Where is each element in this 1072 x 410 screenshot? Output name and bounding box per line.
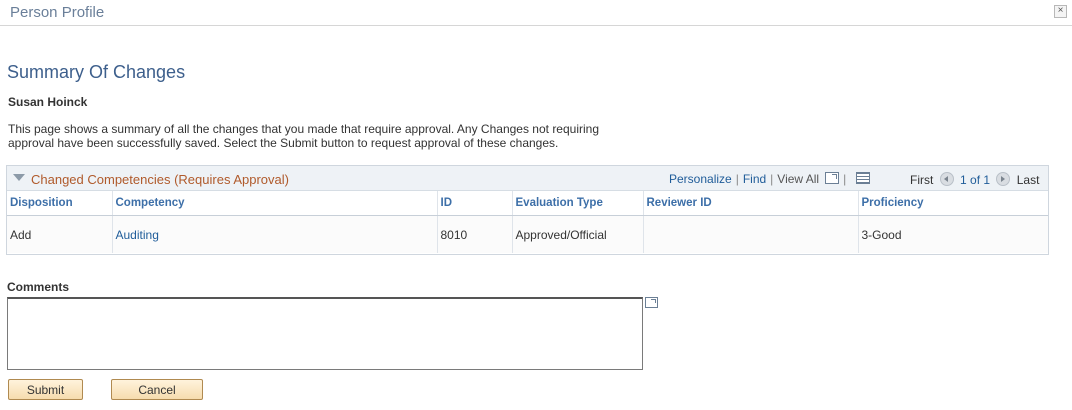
grid-pager: First 1 of 1 Last [910, 172, 1039, 187]
view-all-link[interactable]: View All [777, 172, 819, 186]
column-header-reviewer-id[interactable]: Reviewer ID [643, 191, 859, 216]
close-icon[interactable]: × [1054, 5, 1067, 18]
grid-title: Changed Competencies (Requires Approval) [31, 172, 289, 187]
first-label[interactable]: First [910, 173, 933, 187]
cell-competency: Auditing [112, 215, 438, 253]
cell-id: 8010 [437, 215, 513, 253]
column-header-proficiency[interactable]: Proficiency [858, 191, 1048, 216]
changed-competencies-grid: Changed Competencies (Requires Approval)… [6, 165, 1049, 255]
page-title: Summary Of Changes [7, 62, 186, 82]
grid-header: Changed Competencies (Requires Approval)… [7, 166, 1048, 191]
cancel-button[interactable]: Cancel [111, 379, 203, 400]
competency-link[interactable]: Auditing [116, 228, 159, 242]
comments-label: Comments [7, 280, 70, 294]
title-bar: Person Profile × [0, 0, 1072, 26]
column-header-competency[interactable]: Competency [112, 191, 438, 216]
instructions-text: This page shows a summary of all the cha… [8, 122, 600, 150]
row-range: 1 of 1 [960, 173, 991, 187]
competencies-table: Disposition Competency ID Evaluation Typ… [7, 191, 1048, 253]
column-header-disposition[interactable]: Disposition [7, 191, 113, 216]
person-profile-page: Person Profile × Summary Of Changes Susa… [0, 0, 1072, 410]
cell-evaluation-type: Approved/Official [512, 215, 644, 253]
personalize-link[interactable]: Personalize [669, 172, 732, 186]
column-header-evaluation-type[interactable]: Evaluation Type [512, 191, 644, 216]
previous-row-icon[interactable] [939, 172, 954, 186]
person-name: Susan Hoinck [8, 95, 88, 109]
collapse-triangle-icon[interactable] [13, 174, 25, 181]
comments-textarea[interactable] [7, 297, 643, 370]
table-header-row: Disposition Competency ID Evaluation Typ… [7, 191, 1048, 216]
expand-textarea-icon[interactable] [645, 297, 658, 308]
nav-separator: | [770, 172, 774, 186]
nav-separator: | [735, 172, 739, 186]
submit-button[interactable]: Submit [8, 379, 83, 400]
table-row: Add Auditing 8010 Approved/Official 3-Go… [7, 215, 1048, 253]
last-label[interactable]: Last [1017, 173, 1040, 187]
download-spreadsheet-icon[interactable] [856, 172, 871, 184]
window-title: Person Profile [10, 4, 105, 21]
grid-nav: Personalize | Find | View All | [669, 172, 871, 186]
next-row-icon[interactable] [996, 172, 1011, 186]
column-header-id[interactable]: ID [437, 191, 513, 216]
nav-separator: | [843, 172, 847, 186]
cell-proficiency: 3-Good [858, 215, 1048, 253]
cell-disposition: Add [7, 215, 113, 253]
find-link[interactable]: Find [743, 172, 766, 186]
cell-reviewer-id [643, 215, 859, 253]
zoom-grid-icon[interactable] [825, 172, 840, 184]
